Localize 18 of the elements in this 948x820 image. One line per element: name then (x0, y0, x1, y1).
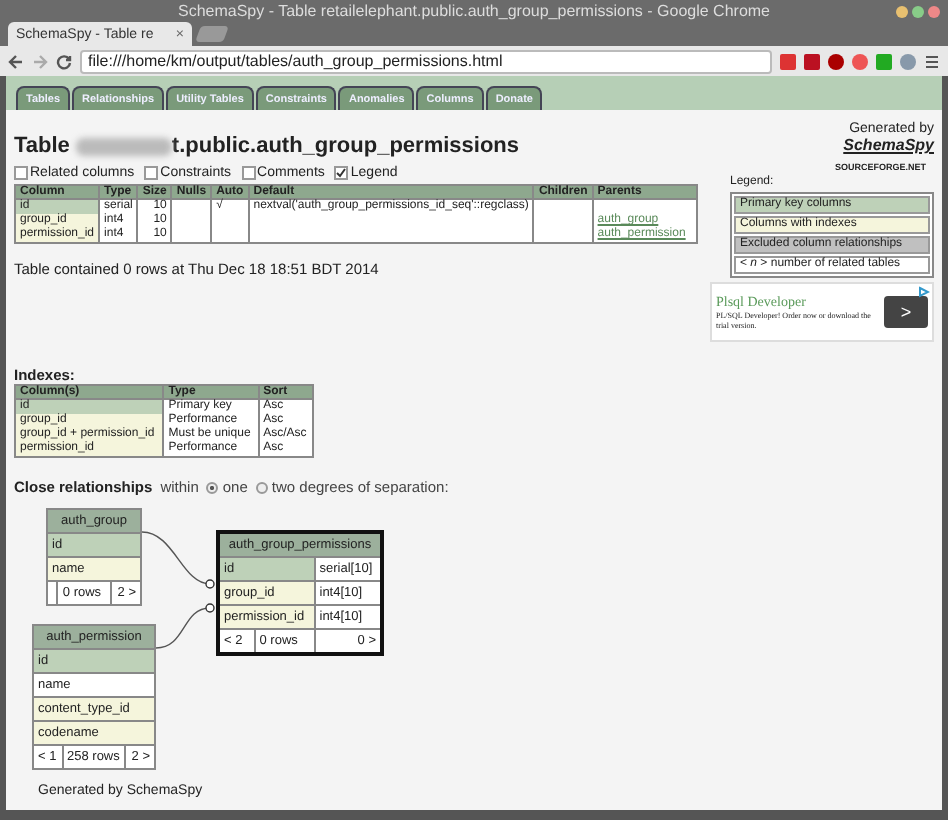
ad-button[interactable]: > (884, 296, 928, 329)
checkbox-icon[interactable] (14, 166, 28, 181)
window-title: SchemaSpy - Table retailelephant.public.auth_group_permissions - Google Chrome (177, 2, 771, 21)
new-tab-button[interactable] (195, 26, 229, 43)
checkbox-icon[interactable] (241, 166, 256, 181)
back-arrow-icon[interactable] (8, 53, 24, 70)
window-controls-icon[interactable] (896, 6, 940, 18)
checkbox-icon[interactable] (144, 166, 159, 181)
ad-choices-icon[interactable] (918, 286, 930, 299)
forward-arrow-icon[interactable] (32, 53, 48, 70)
page-heading: t.public.auth_group_permissions (171, 134, 519, 159)
page-heading: Table (14, 134, 70, 159)
redacted-text (75, 137, 172, 156)
schemaspy-link[interactable]: SchemaSpy (843, 136, 934, 155)
menu-icon[interactable] (924, 53, 940, 70)
checkbox-icon[interactable] (334, 166, 349, 181)
reload-icon[interactable] (56, 53, 72, 70)
address-bar[interactable]: file:///home/km/output/tables/auth_group_permissions.html (80, 49, 772, 74)
